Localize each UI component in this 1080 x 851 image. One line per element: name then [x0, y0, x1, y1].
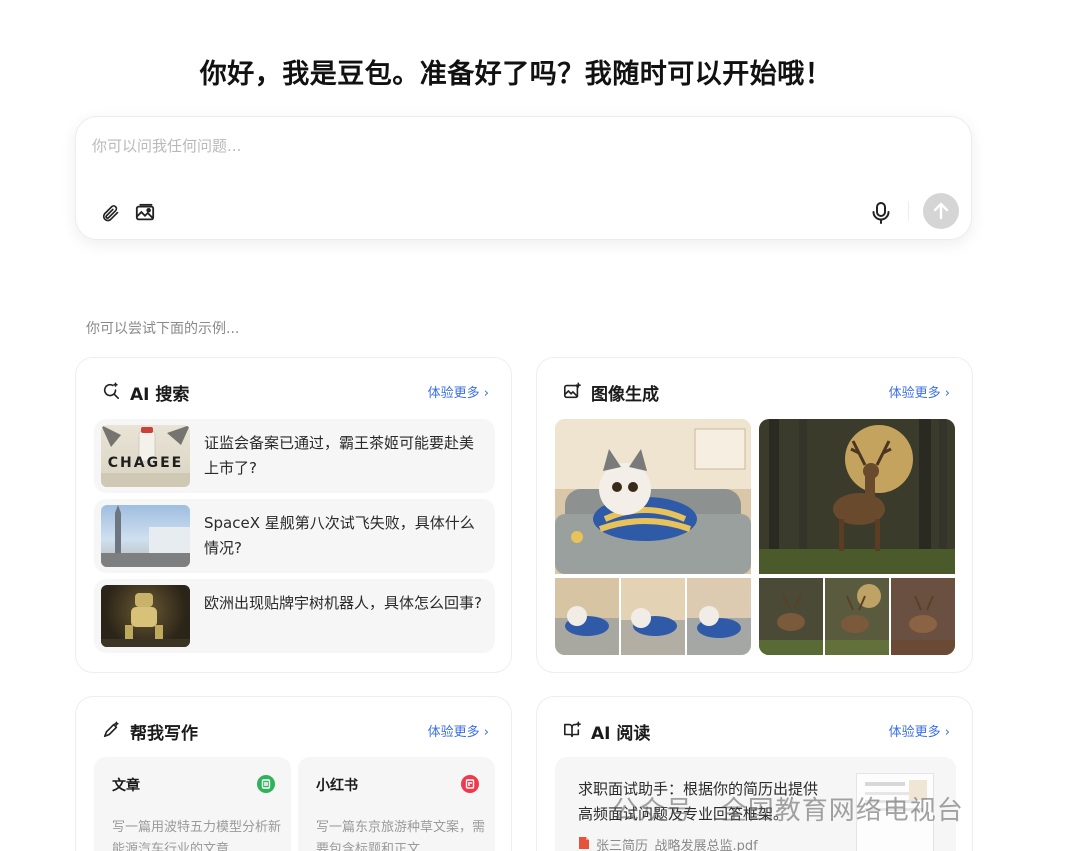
book-spark-icon — [563, 721, 581, 743]
option-title: 文章 — [112, 778, 140, 794]
news-item[interactable]: SpaceX 星舰第八次试飞失败，具体什么情况? — [94, 499, 495, 573]
cat-variant-image[interactable] — [621, 578, 685, 655]
examples-label: 你可以尝试下面的示例... — [86, 321, 240, 337]
chevron-right-icon: › — [483, 386, 489, 401]
chevron-right-icon: › — [944, 725, 950, 740]
pen-spark-icon — [102, 721, 120, 743]
pdf-icon — [578, 836, 590, 851]
paperclip-icon[interactable] — [98, 201, 122, 225]
greeting-title: 你好，我是豆包。准备好了吗？我随时可以开始哦！ — [199, 59, 833, 90]
more-link[interactable]: 体验更多 › — [889, 382, 950, 401]
news-item[interactable]: 欧洲出现贴牌宇树机器人，具体怎么回事? — [94, 579, 495, 653]
more-link[interactable]: 体验更多 › — [889, 721, 950, 740]
cat-variant-image[interactable] — [555, 578, 619, 655]
cat-main-image[interactable] — [555, 419, 751, 574]
deer-variant-image[interactable] — [825, 578, 889, 655]
news-text: 证监会备案已通过，霸王茶姬可能要赴美上市了? — [204, 434, 475, 477]
chat-composer[interactable]: 你可以问我任何问题... — [75, 116, 972, 240]
note-icon — [461, 775, 479, 793]
more-link[interactable]: 体验更多 › — [428, 382, 489, 401]
write-option-article[interactable]: 文章 写一篇用波特五力模型分析新能源汽车行业的文章 — [94, 757, 291, 851]
chevron-right-icon: › — [483, 725, 489, 740]
deer-variant-image[interactable] — [759, 578, 823, 655]
news-text: 欧洲出现贴牌宇树机器人，具体怎么回事? — [204, 594, 482, 612]
chagee-logo-text: CHAGEE — [108, 455, 183, 471]
image-spark-icon — [563, 382, 581, 404]
composer-placeholder[interactable]: 你可以问我任何问题... — [92, 135, 241, 156]
chevron-right-icon: › — [944, 386, 950, 401]
option-description: 写一篇用波特五力模型分析新能源汽车行业的文章 — [112, 820, 282, 851]
arrow-up-icon — [933, 202, 949, 220]
news-thumbnail — [101, 585, 190, 647]
attached-file[interactable]: 张三简历_战略发展总监.pdf — [578, 835, 758, 851]
watermark-text: 公众号 · 全国教育网络电视台 — [612, 796, 964, 826]
card-image-generation: 图像生成 体验更多 › — [536, 357, 973, 673]
news-thumbnail: CHAGEE — [101, 425, 190, 487]
option-title: 小红书 — [316, 778, 358, 794]
send-button[interactable] — [923, 193, 959, 229]
document-icon — [257, 775, 275, 793]
more-link[interactable]: 体验更多 › — [428, 721, 489, 740]
card-title: 图像生成 — [591, 385, 659, 405]
news-thumbnail — [101, 505, 190, 567]
image-icon[interactable] — [133, 201, 157, 225]
microphone-icon[interactable] — [869, 201, 893, 225]
deer-variant-image[interactable] — [891, 578, 955, 655]
card-ai-reading: AI 阅读 体验更多 › 求职面试助手：根据你的简历出提供高频面试问题及专业回答… — [536, 696, 973, 851]
card-writing: 帮我写作 体验更多 › 文章 写一篇用波特五力模型分析新能源汽车行业的文章 小红… — [75, 696, 512, 851]
composer-divider — [908, 201, 909, 221]
write-option-xiaohongshu[interactable]: 小红书 写一篇东京旅游种草文案，需要包含标题和正文 — [298, 757, 495, 851]
card-title: AI 阅读 — [591, 724, 651, 744]
news-text: SpaceX 星舰第八次试飞失败，具体什么情况? — [204, 514, 475, 557]
card-ai-search: AI 搜索 体验更多 › CHAGEE 证监会备案已通过，霸王茶姬可能要赴美上市… — [75, 357, 512, 673]
file-name: 张三简历_战略发展总监.pdf — [596, 839, 758, 851]
search-spark-icon — [102, 382, 120, 404]
card-title: AI 搜索 — [130, 385, 190, 405]
cat-variant-image[interactable] — [687, 578, 751, 655]
news-item[interactable]: CHAGEE 证监会备案已通过，霸王茶姬可能要赴美上市了? — [94, 419, 495, 493]
card-title: 帮我写作 — [130, 724, 198, 744]
option-description: 写一篇东京旅游种草文案，需要包含标题和正文 — [316, 820, 486, 851]
deer-main-image[interactable] — [759, 419, 955, 574]
